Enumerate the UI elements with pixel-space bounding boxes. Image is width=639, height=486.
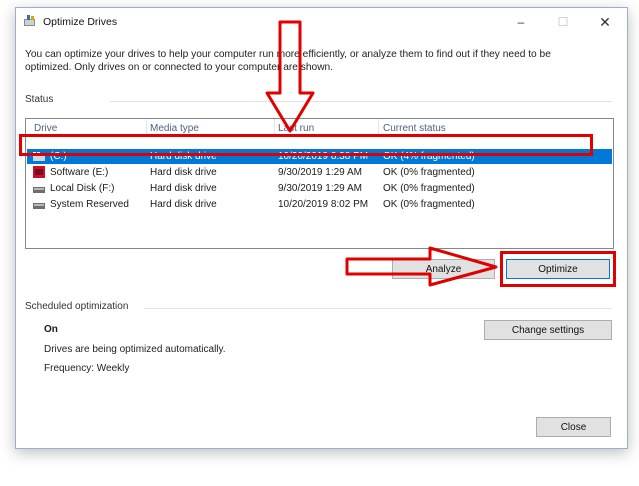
annotation-arrows <box>265 20 498 287</box>
right-arrow-icon <box>345 246 498 287</box>
down-arrow-icon <box>265 20 315 133</box>
